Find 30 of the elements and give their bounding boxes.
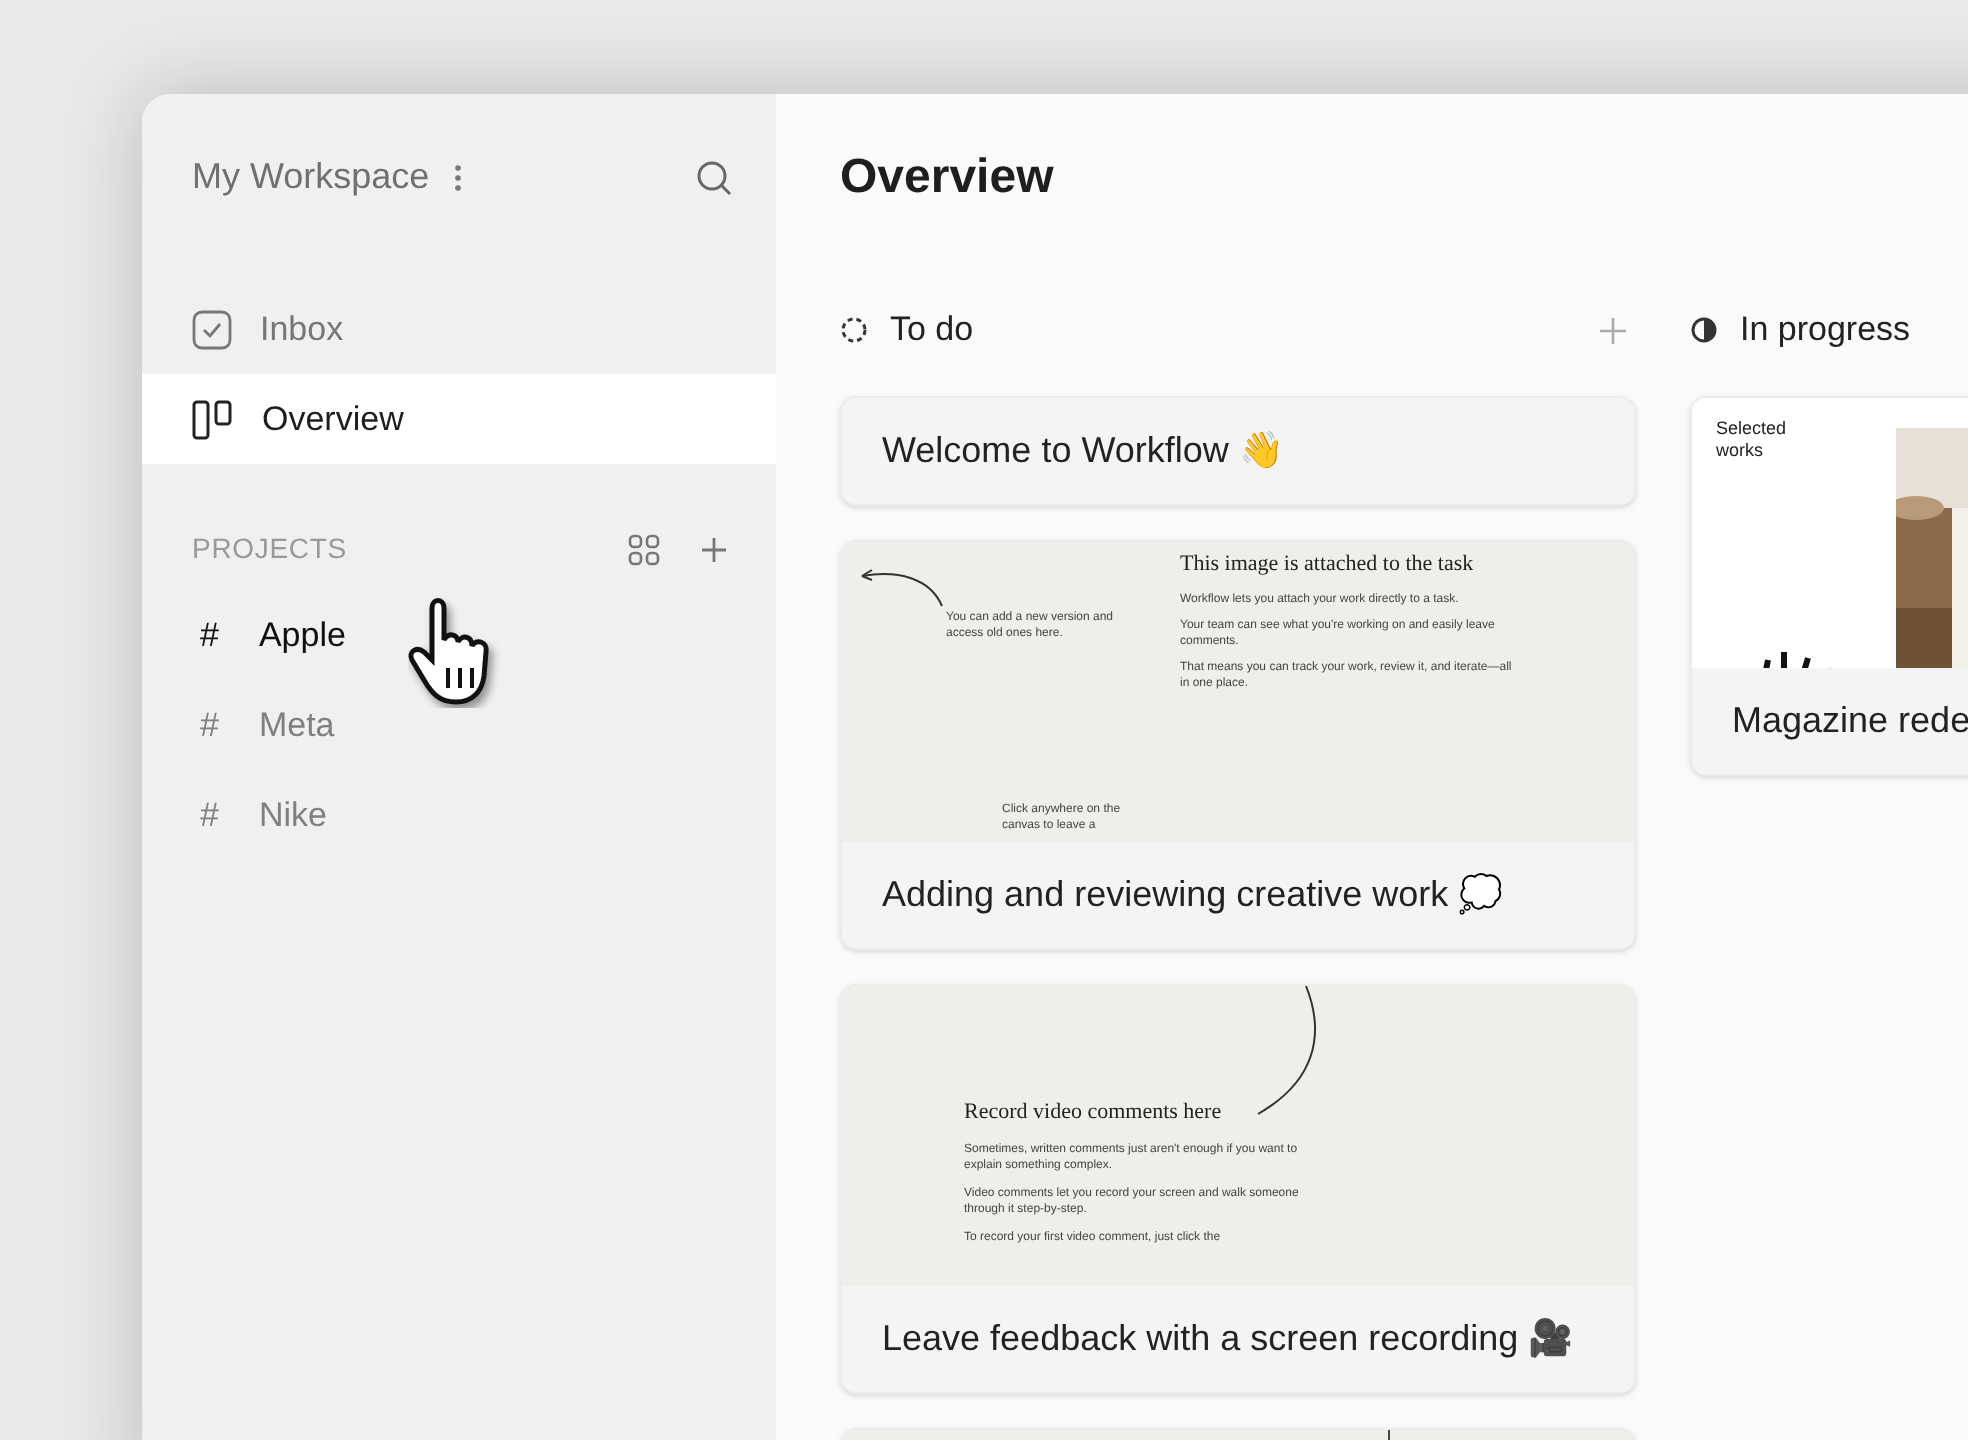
document-heading: This image is attached to the task bbox=[1180, 550, 1476, 580]
nav-item[interactable]: Overview bbox=[142, 374, 776, 464]
section-heading: PROJECTS bbox=[192, 530, 347, 568]
document-heading: Record video comments here bbox=[964, 1098, 1224, 1128]
card-title: Magazine rede bbox=[1732, 700, 1968, 740]
column-title: To do bbox=[890, 308, 974, 353]
curved-arrow-icon bbox=[858, 566, 946, 610]
columns-icon bbox=[192, 399, 234, 439]
curved-line-icon bbox=[1254, 986, 1322, 1118]
column-title: In progress bbox=[1740, 308, 1911, 353]
more-icon[interactable] bbox=[453, 163, 462, 191]
project-item[interactable]: # Apple bbox=[142, 590, 776, 680]
caption-text: Selected works bbox=[1716, 418, 1789, 462]
page-title: Overview bbox=[840, 148, 1056, 208]
task-card[interactable] bbox=[840, 540, 1636, 950]
card-title: Leave feedback with a screen recording 🎥 bbox=[882, 1318, 1573, 1358]
workspace-name: My Workspace bbox=[192, 154, 430, 200]
dashed-circle-icon bbox=[840, 316, 868, 344]
add-icon[interactable] bbox=[700, 535, 728, 563]
half-circle-icon bbox=[1690, 316, 1718, 344]
task-card[interactable]: Welcome to Workflow 👋 bbox=[840, 396, 1636, 506]
task-card[interactable] bbox=[840, 984, 1636, 1394]
card-title: Adding and reviewing creative work 💭 bbox=[882, 874, 1503, 914]
add-icon[interactable] bbox=[1600, 317, 1626, 343]
task-card[interactable]: Selected works Magazine rede bbox=[1690, 396, 1968, 776]
grid-icon[interactable] bbox=[628, 533, 660, 565]
card-title: Welcome to Workflow 👋 bbox=[882, 430, 1283, 470]
nav-item[interactable]: Inbox bbox=[142, 284, 776, 374]
search-icon[interactable] bbox=[696, 159, 732, 195]
checkbox-icon bbox=[192, 309, 232, 349]
